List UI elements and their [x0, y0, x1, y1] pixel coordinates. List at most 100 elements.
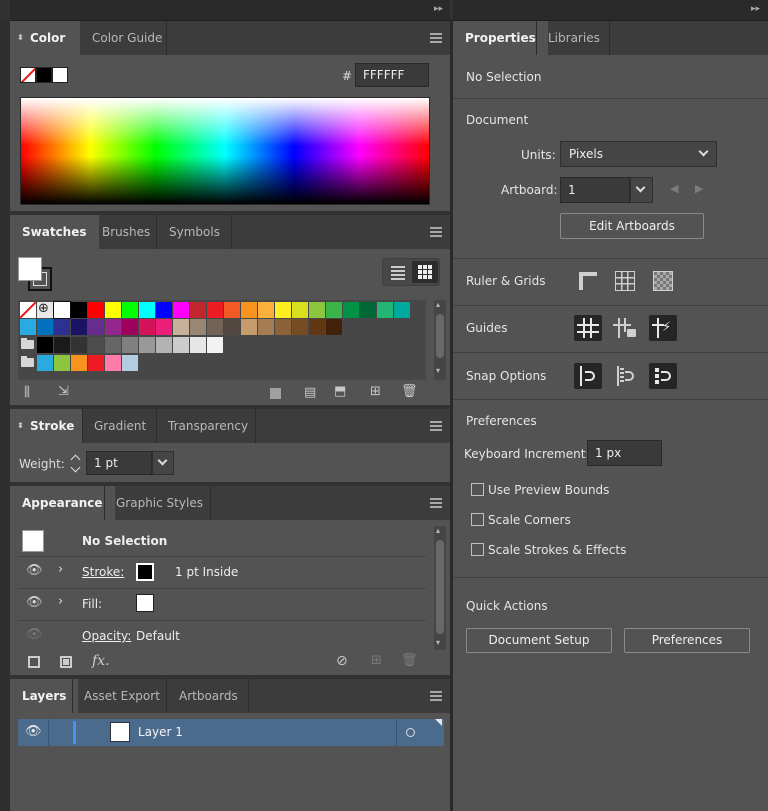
color-swatch[interactable] [54, 319, 70, 335]
scroll-up-icon[interactable]: ▴ [436, 526, 440, 535]
transparency-grid-icon[interactable] [649, 268, 677, 294]
snap-to-glyph-icon[interactable] [649, 363, 677, 389]
delete-swatch-icon[interactable]: 🗑 [401, 385, 418, 399]
color-swatch[interactable] [190, 302, 206, 318]
ruler-icon[interactable] [574, 268, 602, 294]
color-swatch[interactable] [309, 302, 325, 318]
fill-color-swatch[interactable] [136, 594, 154, 612]
stroke-color-swatch[interactable] [136, 563, 154, 581]
color-swatch[interactable] [156, 302, 172, 318]
delete-item-icon[interactable]: 🗑 [401, 654, 418, 668]
color-swatch[interactable] [122, 355, 138, 371]
color-swatch[interactable] [207, 319, 223, 335]
weight-dropdown-button[interactable] [152, 451, 174, 475]
color-swatch[interactable] [207, 302, 223, 318]
swatch-scrollbar[interactable]: ▴ ▾ [434, 300, 446, 380]
panel-menu-icon[interactable] [430, 498, 442, 508]
color-swatch[interactable] [88, 319, 104, 335]
color-swatch[interactable] [173, 319, 189, 335]
tab-color[interactable]: ⬍ Color [10, 21, 80, 55]
list-view-icon[interactable] [385, 261, 411, 283]
units-dropdown[interactable]: Pixels [560, 141, 717, 167]
color-swatch[interactable] [139, 302, 155, 318]
color-swatch[interactable] [122, 302, 138, 318]
clear-appearance-icon[interactable]: ⊘ [336, 654, 348, 668]
target-circle-icon[interactable] [406, 728, 415, 737]
duplicate-item-icon[interactable]: ⊞ [371, 654, 382, 668]
fill-proxy-icon[interactable] [18, 257, 42, 281]
scroll-thumb[interactable] [436, 540, 444, 634]
scale-corners-checkbox[interactable] [471, 513, 484, 526]
snap-to-pixel-icon[interactable] [611, 363, 639, 389]
color-swatch[interactable] [37, 337, 53, 353]
visibility-eye-icon[interactable]: 👁 [25, 724, 42, 739]
use-preview-bounds-label[interactable]: Use Preview Bounds [488, 483, 609, 497]
color-swatch[interactable] [360, 302, 376, 318]
color-swatch[interactable] [190, 337, 206, 353]
color-spectrum[interactable] [20, 97, 430, 205]
color-swatch[interactable] [224, 319, 240, 335]
color-swatch[interactable] [377, 302, 393, 318]
color-swatch[interactable] [37, 355, 53, 371]
color-swatch[interactable] [88, 302, 104, 318]
color-swatch[interactable] [343, 302, 359, 318]
color-swatch[interactable] [292, 302, 308, 318]
chevron-right-icon[interactable]: › [58, 562, 63, 577]
artboard-input[interactable]: 1 [560, 177, 630, 203]
color-swatch[interactable] [54, 337, 70, 353]
color-swatch[interactable] [326, 302, 342, 318]
previous-artboard-icon[interactable]: ◀ [670, 182, 678, 195]
color-swatch[interactable] [156, 319, 172, 335]
visibility-eye-icon[interactable]: 👁 [26, 627, 43, 642]
black-swatch-icon[interactable] [36, 67, 52, 83]
layer-row[interactable]: 👁 Layer 1 [18, 719, 444, 746]
tab-transparency[interactable]: Transparency [156, 409, 260, 443]
scroll-down-icon[interactable]: ▾ [436, 366, 440, 375]
color-swatch[interactable] [54, 355, 70, 371]
none-swatch-icon[interactable] [20, 67, 36, 83]
color-group-icon[interactable]: ▤ [304, 386, 316, 400]
color-swatch[interactable] [105, 355, 121, 371]
color-swatch[interactable] [326, 319, 342, 335]
color-swatch[interactable] [105, 337, 121, 353]
color-swatch[interactable] [122, 319, 138, 335]
color-swatch[interactable] [258, 302, 274, 318]
color-swatch[interactable] [139, 337, 155, 353]
color-swatch[interactable] [258, 319, 274, 335]
color-swatch[interactable] [241, 319, 257, 335]
color-swatch[interactable] [173, 337, 189, 353]
stroke-value[interactable]: 1 pt Inside [175, 565, 238, 579]
panel-menu-icon[interactable] [430, 227, 442, 237]
tab-gradient[interactable]: Gradient [82, 409, 158, 443]
visibility-eye-icon[interactable]: 👁 [26, 595, 43, 610]
color-swatch[interactable] [105, 319, 121, 335]
appearance-scrollbar[interactable]: ▴ ▾ [434, 526, 446, 650]
add-new-fill-icon[interactable] [60, 656, 72, 668]
color-swatch[interactable] [139, 319, 155, 335]
collapse-arrows-icon[interactable]: ▸▸ [434, 4, 443, 14]
weight-input[interactable]: 1 pt [86, 451, 152, 475]
color-swatch[interactable] [71, 319, 87, 335]
weight-stepper[interactable] [68, 451, 84, 475]
artboard-dropdown-button[interactable] [630, 177, 653, 203]
color-swatch[interactable] [207, 337, 223, 353]
tab-color-guide[interactable]: Color Guide [80, 21, 174, 55]
new-swatch-icon[interactable]: ⊞ [370, 385, 381, 399]
white-swatch-icon[interactable] [52, 67, 68, 83]
scale-strokes-effects-label[interactable]: Scale Strokes & Effects [488, 543, 626, 557]
none-swatch[interactable] [20, 302, 36, 318]
lock-guides-icon[interactable] [611, 315, 639, 341]
smart-guides-icon[interactable]: ⚡ [649, 315, 677, 341]
tab-libraries[interactable]: Libraries [536, 21, 612, 55]
scale-corners-label[interactable]: Scale Corners [488, 513, 571, 527]
use-preview-bounds-checkbox[interactable] [471, 483, 484, 496]
color-swatch[interactable] [88, 337, 104, 353]
panel-menu-icon[interactable] [430, 33, 442, 43]
registration-swatch[interactable]: ⊕ [37, 301, 53, 318]
stroke-label[interactable]: Stroke: [82, 565, 124, 579]
color-swatch[interactable] [20, 319, 36, 335]
color-swatch[interactable] [88, 355, 104, 371]
color-swatch[interactable] [71, 302, 87, 318]
add-new-stroke-icon[interactable] [28, 656, 40, 668]
scroll-up-icon[interactable]: ▴ [436, 300, 440, 309]
